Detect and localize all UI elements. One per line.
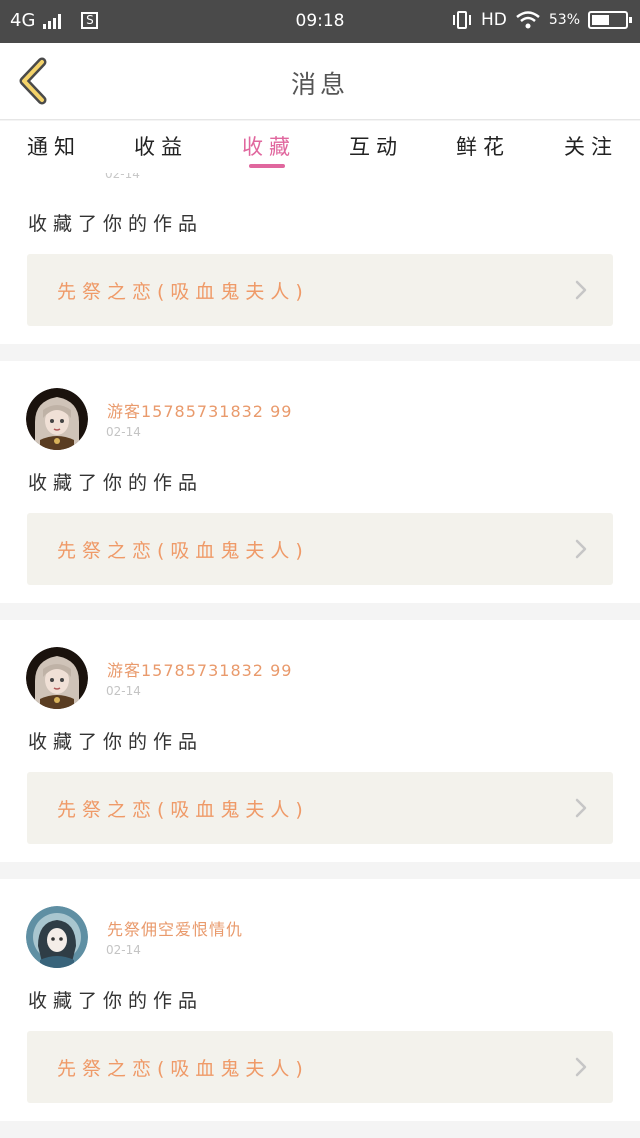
hd-label: HD — [481, 10, 507, 30]
tab-earnings[interactable]: 收益 — [116, 131, 206, 161]
work-title: 先祭之恋(吸血鬼夫人) — [57, 281, 309, 303]
battery-text: 53% — [548, 12, 580, 28]
message-action: 收藏了你的作品 — [28, 731, 204, 753]
tab-bar: 通知 收益 收藏 互动 鲜花 关注 — [0, 121, 640, 173]
gothic-doll-avatar-icon — [26, 647, 88, 709]
user-avatar[interactable] — [26, 647, 88, 709]
work-title: 先祭之恋(吸血鬼夫人) — [57, 1058, 309, 1080]
chevron-right-icon — [575, 280, 587, 300]
chevron-right-icon — [575, 1057, 587, 1077]
chevron-right-icon — [575, 798, 587, 818]
status-right: HD 53% — [451, 10, 632, 30]
user-avatar[interactable] — [26, 388, 88, 450]
list-item: 02-14 收藏了你的作品 先祭之恋(吸血鬼夫人) — [0, 173, 640, 344]
list-item: 游客15785731832 99 02-14 收藏了你的作品 先祭之恋(吸血鬼夫… — [0, 620, 640, 862]
battery-icon — [588, 11, 632, 29]
tab-follow[interactable]: 关注 — [546, 131, 636, 161]
list-item: 游客15785731832 99 02-14 收藏了你的作品 先祭之恋(吸血鬼夫… — [0, 361, 640, 603]
message-date: 02-14 — [106, 684, 141, 698]
tab-notify[interactable]: 通知 — [9, 131, 99, 161]
list-item: 先祭佣空爱恨情仇 02-14 收藏了你的作品 先祭之恋(吸血鬼夫人) — [0, 879, 640, 1121]
work-link[interactable]: 先祭之恋(吸血鬼夫人) — [27, 254, 613, 326]
work-link[interactable]: 先祭之恋(吸血鬼夫人) — [27, 513, 613, 585]
blue-girl-avatar-icon — [26, 906, 88, 968]
work-link[interactable]: 先祭之恋(吸血鬼夫人) — [27, 1031, 613, 1103]
message-action: 收藏了你的作品 — [28, 990, 204, 1012]
user-avatar[interactable] — [26, 906, 88, 968]
message-date: 02-14 — [106, 943, 141, 957]
work-title: 先祭之恋(吸血鬼夫人) — [57, 799, 309, 821]
wifi-icon — [516, 11, 540, 29]
tab-interaction[interactable]: 互动 — [331, 131, 421, 161]
user-name[interactable]: 游客15785731832 99 — [107, 398, 292, 422]
work-link[interactable]: 先祭之恋(吸血鬼夫人) — [27, 772, 613, 844]
message-action: 收藏了你的作品 — [28, 213, 204, 235]
message-list[interactable]: 02-14 收藏了你的作品 先祭之恋(吸血鬼夫人) 游客15785731832 … — [0, 173, 640, 1138]
chevron-right-icon — [575, 539, 587, 559]
nav-bar: 消息 — [0, 43, 640, 120]
work-title: 先祭之恋(吸血鬼夫人) — [57, 540, 309, 562]
vibrate-icon — [453, 11, 471, 29]
active-tab-indicator — [249, 164, 285, 168]
message-date: 02-14 — [106, 425, 141, 439]
status-bar: 4G S 09:18 HD 53% — [0, 0, 640, 43]
message-action: 收藏了你的作品 — [28, 472, 204, 494]
gothic-doll-avatar-icon — [26, 388, 88, 450]
battery-level — [592, 15, 609, 25]
message-date: 02-14 — [105, 173, 140, 181]
user-name[interactable]: 先祭佣空爱恨情仇 — [107, 916, 243, 940]
page-title: 消息 — [290, 70, 349, 99]
tab-favorites[interactable]: 收藏 — [224, 131, 314, 161]
user-name[interactable]: 游客15785731832 99 — [107, 657, 292, 681]
tab-flowers[interactable]: 鲜花 — [438, 131, 528, 161]
